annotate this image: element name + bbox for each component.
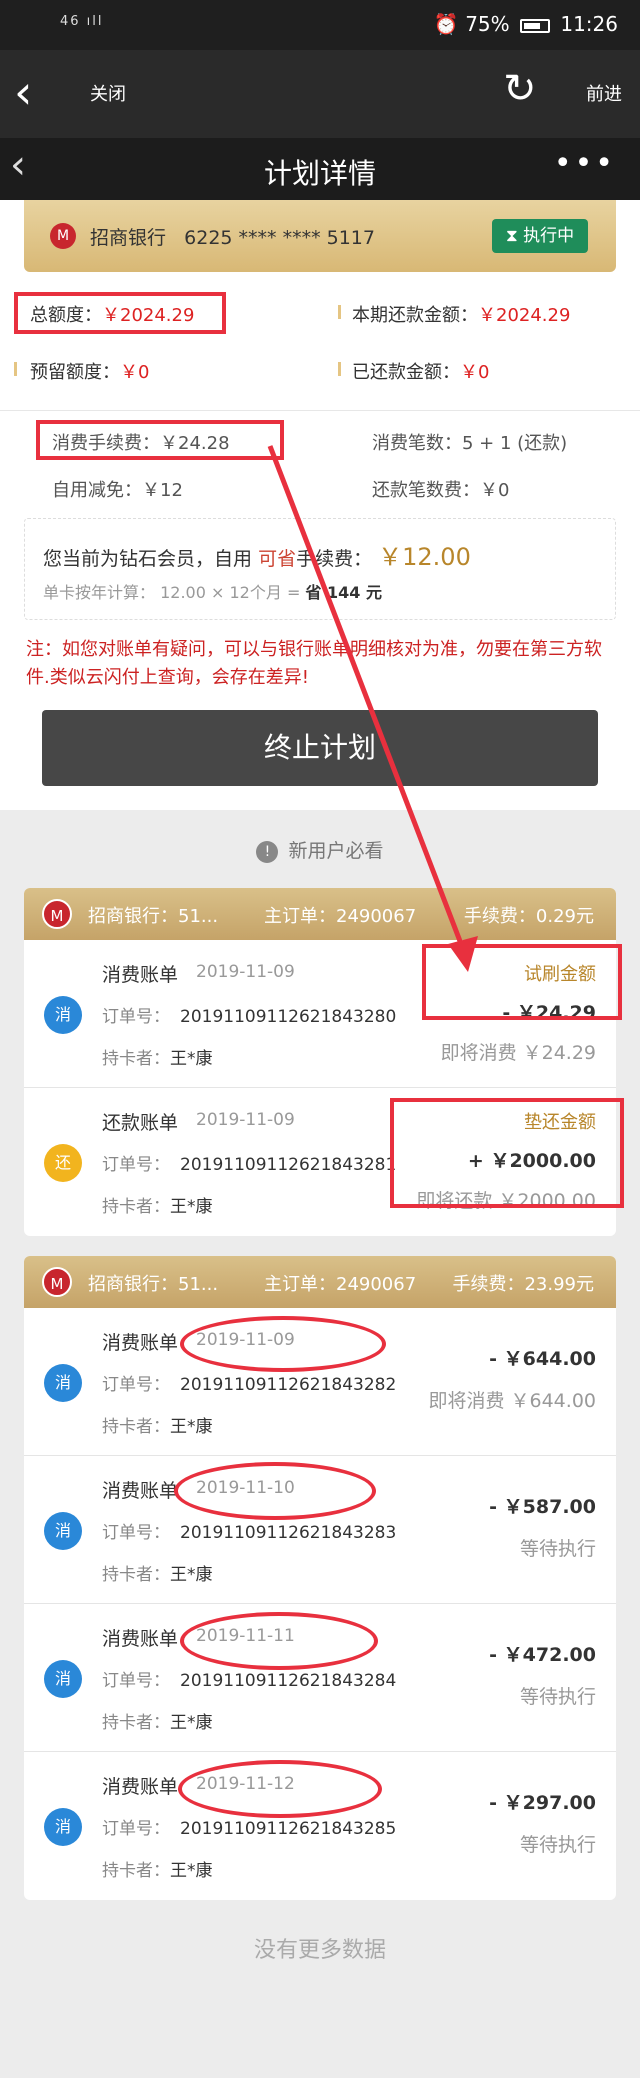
- annotation-arrow: [267, 445, 478, 972]
